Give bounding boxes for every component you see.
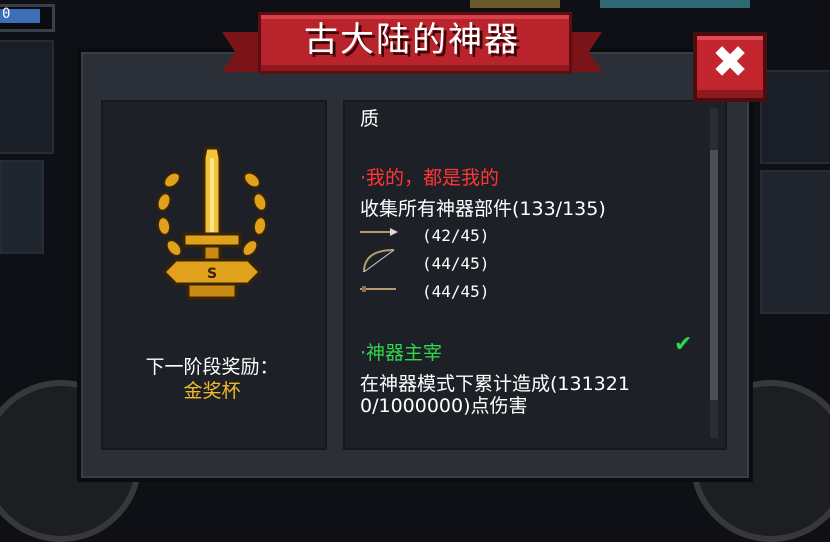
energy-value: 0 bbox=[2, 6, 11, 22]
trophy-sword-icon: S bbox=[156, 146, 268, 300]
energy-bar: 0 bbox=[0, 4, 55, 32]
cut-off-line: 质 bbox=[360, 108, 380, 130]
part-count: (44/45) bbox=[422, 254, 490, 273]
bg-wall bbox=[0, 160, 44, 254]
staff-icon bbox=[360, 286, 396, 292]
close-icon: ✖ bbox=[711, 37, 749, 88]
svg-text:S: S bbox=[207, 266, 217, 282]
bow-icon bbox=[363, 249, 395, 273]
close-button[interactable]: ✖ bbox=[693, 32, 767, 102]
dialog-title: 古大陆的神器 bbox=[304, 20, 520, 60]
title-banner: 古大陆的神器 bbox=[222, 10, 602, 78]
bg-wall bbox=[0, 40, 54, 154]
bg-deco bbox=[470, 0, 560, 8]
achievement-desc-line2: 0/1000000)点伤害 bbox=[360, 395, 528, 417]
part-count: (42/45) bbox=[422, 226, 490, 245]
spear-icon bbox=[360, 228, 398, 236]
next-reward-label: 下一阶段奖励： bbox=[145, 356, 279, 378]
achievement-desc: 收集所有神器部件(133/135) bbox=[360, 198, 606, 220]
bg-wall bbox=[760, 70, 830, 164]
part-count: (44/45) bbox=[422, 282, 490, 301]
next-reward-value: 金奖杯 bbox=[183, 380, 241, 402]
bg-wall bbox=[760, 170, 830, 314]
scrollbar-thumb[interactable] bbox=[710, 150, 718, 400]
bg-deco bbox=[600, 0, 750, 8]
achievement-title: ·我的，都是我的 bbox=[360, 167, 500, 189]
achievement-title: ·神器主宰 bbox=[360, 342, 443, 364]
check-icon: ✔ bbox=[674, 332, 693, 357]
